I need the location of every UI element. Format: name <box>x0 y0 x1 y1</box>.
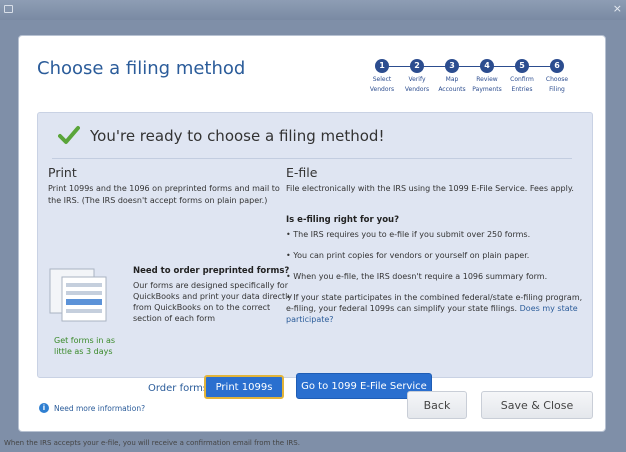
page-title: Choose a filing method <box>37 58 246 79</box>
efile-section: E-file File electronically with the IRS … <box>286 165 586 399</box>
window-menu-icon[interactable] <box>4 5 13 13</box>
info-icon: i <box>39 403 49 413</box>
step-map-accounts: 3 Map Accounts <box>438 59 466 93</box>
efile-description: File electronically with the IRS using t… <box>286 184 574 193</box>
preprinted-forms-text: Our forms are designed specifically for … <box>133 281 293 323</box>
order-forms-link[interactable]: Order forms <box>148 383 208 394</box>
need-more-info-label: Need more information? <box>54 403 146 413</box>
preprinted-forms-heading: Need to order preprinted forms? <box>133 266 290 276</box>
close-icon[interactable]: × <box>613 2 622 16</box>
efile-heading: E-file <box>286 165 318 180</box>
step-select-vendors: 1 Select Vendors <box>369 59 395 93</box>
ready-heading: You're ready to choose a filing method! <box>90 127 385 145</box>
checkmark-icon <box>58 126 80 144</box>
back-button[interactable]: Back <box>407 391 467 419</box>
progress-steps: 1 Select Vendors 2 Verify Vendors 3 Map … <box>369 56 599 98</box>
step-verify-vendors: 2 Verify Vendors <box>404 59 430 93</box>
step-choose-filing: 6 Choose Filing <box>545 59 569 93</box>
need-more-info-link[interactable]: i Need more information? <box>39 403 145 413</box>
list-item: • When you e-file, the IRS doesn't requi… <box>286 272 548 281</box>
step-review-payments: 4 Review Payments <box>472 59 502 93</box>
filing-method-dialog: Choose a filing method 1 Select Vendors … <box>18 35 606 432</box>
window-titlebar: × <box>0 0 626 20</box>
print-description: Print 1099s and the 1096 on preprinted f… <box>48 184 280 205</box>
save-close-button[interactable]: Save & Close <box>481 391 593 419</box>
list-item: • You can print copies for vendors or yo… <box>286 251 530 260</box>
step-confirm-entries: 5 Confirm Entries <box>510 59 534 93</box>
list-item: • If your state participates in the comb… <box>286 293 583 324</box>
print-section: Print Print 1099s and the 1096 on prepri… <box>48 165 293 399</box>
preprinted-forms-icon <box>49 268 107 322</box>
get-forms-note: Get forms in as little as 3 days <box>54 336 116 356</box>
filing-options-panel: You're ready to choose a filing method! … <box>37 112 593 399</box>
print-heading: Print <box>48 165 77 180</box>
bottom-cropped-text: When the IRS accepts your e-file, you wi… <box>4 439 300 447</box>
efile-bullet-list: • The IRS requires you to e-file if you … <box>286 229 586 335</box>
print-1099s-button[interactable]: Print 1099s <box>204 375 284 399</box>
efile-subheading: Is e-filing right for you? <box>286 215 400 225</box>
panel-divider <box>52 158 572 159</box>
list-item: • The IRS requires you to e-file if you … <box>286 230 531 239</box>
